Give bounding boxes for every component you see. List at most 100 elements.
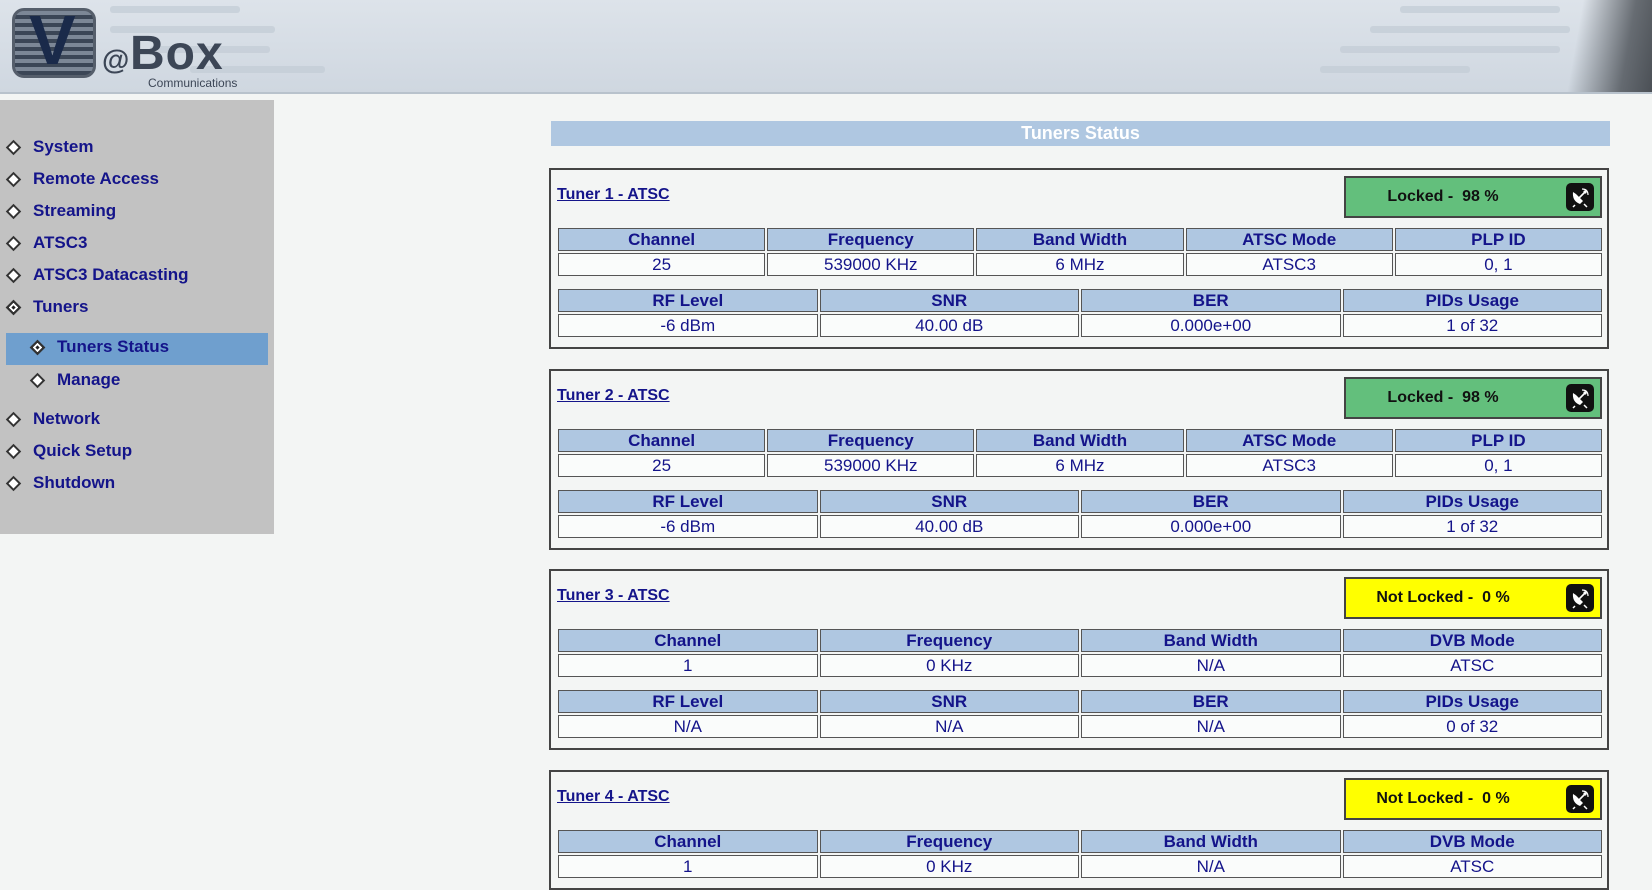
table-cell: 0 KHz <box>819 855 1079 878</box>
table-cell: 0 KHz <box>819 654 1079 677</box>
sidebar: System Remote Access Streaming ATSC3 ATS… <box>0 100 274 534</box>
diamond-icon <box>5 235 22 251</box>
sidebar-item-tuners[interactable]: Tuners <box>0 293 88 321</box>
sidebar-item-network[interactable]: Network <box>0 405 100 433</box>
sidebar-item-label: Manage <box>57 370 121 389</box>
status-text: Locked - 98 % <box>1387 389 1499 406</box>
table-header: PIDs Usage <box>1342 289 1602 312</box>
sidebar-item-atsc3[interactable]: ATSC3 <box>0 229 87 257</box>
diamond-icon <box>5 443 22 459</box>
diamond-icon <box>5 267 22 283</box>
status-badge: Locked - 98 % <box>1344 176 1602 218</box>
table-header: Band Width <box>1081 830 1341 853</box>
tuner-link[interactable]: Tuner 4 - ATSC <box>557 788 670 806</box>
logo-at: @ <box>102 44 130 75</box>
diamond-icon <box>5 411 22 427</box>
table-cell: 1 <box>558 855 818 878</box>
table-header: BER <box>1081 490 1341 513</box>
satellite-dish-icon[interactable] <box>1566 584 1594 612</box>
table-cell: 1 <box>558 654 818 677</box>
table-cell: 6 MHz <box>976 253 1184 276</box>
status-badge: Not Locked - 0 % <box>1344 778 1602 820</box>
sidebar-item-label: Network <box>33 409 101 428</box>
status-text: Not Locked - 0 % <box>1376 589 1510 606</box>
tuner-panel: Tuner 4 - ATSC Not Locked - 0 % Channel … <box>549 770 1609 890</box>
table-header: Channel <box>558 228 766 251</box>
status-text: Not Locked - 0 % <box>1376 790 1510 807</box>
table-cell: -6 dBm <box>558 314 818 337</box>
sidebar-item-system[interactable]: System <box>0 133 93 161</box>
table-header: RF Level <box>558 490 818 513</box>
diamond-icon <box>29 339 46 355</box>
header-decoration <box>1562 0 1652 92</box>
tuner-link[interactable]: Tuner 3 - ATSC <box>557 587 670 605</box>
table-cell: 25 <box>558 454 766 477</box>
logo-v-mark: V <box>12 5 96 78</box>
tuner-panel: Tuner 1 - ATSC Locked - 98 % Channel Fre… <box>549 168 1609 349</box>
header: V @ Box Communications <box>0 0 1652 94</box>
sidebar-item-shutdown[interactable]: Shutdown <box>0 469 115 497</box>
table-cell: 0, 1 <box>1394 253 1602 276</box>
sidebar-item-quick-setup[interactable]: Quick Setup <box>0 437 132 465</box>
tuner-signal-table: RF Level SNR BER PIDs Usage -6 dBm 40.00… <box>556 488 1604 540</box>
satellite-dish-icon[interactable] <box>1566 785 1594 813</box>
logo-subtitle: Communications <box>148 76 238 90</box>
sidebar-item-streaming[interactable]: Streaming <box>0 197 116 225</box>
table-cell: 539000 KHz <box>767 454 975 477</box>
table-cell: N/A <box>1081 855 1341 878</box>
table-header: Channel <box>558 830 818 853</box>
table-header: BER <box>1081 289 1341 312</box>
table-header: ATSC Mode <box>1185 228 1393 251</box>
tuner-params-table: Channel Frequency Band Width DVB Mode 1 … <box>556 627 1604 679</box>
diamond-icon <box>29 372 46 388</box>
diamond-icon <box>5 299 22 315</box>
table-header: BER <box>1081 690 1341 713</box>
sidebar-item-tuners-status[interactable]: Tuners Status <box>0 333 169 361</box>
table-header: Band Width <box>976 429 1184 452</box>
table-header: DVB Mode <box>1342 629 1602 652</box>
table-header: SNR <box>819 490 1079 513</box>
tuner-signal-table: RF Level SNR BER PIDs Usage N/A N/A N/A … <box>556 688 1604 740</box>
table-cell: -6 dBm <box>558 515 818 538</box>
sidebar-item-atsc3-datacasting[interactable]: ATSC3 Datacasting <box>0 261 189 289</box>
table-header: SNR <box>819 690 1079 713</box>
satellite-dish-icon[interactable] <box>1566 384 1594 412</box>
table-cell: 0.000e+00 <box>1081 314 1341 337</box>
status-badge: Not Locked - 0 % <box>1344 577 1602 619</box>
table-cell: 1 of 32 <box>1342 515 1602 538</box>
logo-box: Box <box>130 27 224 80</box>
table-cell: ATSC3 <box>1185 253 1393 276</box>
tuner-panel: Tuner 3 - ATSC Not Locked - 0 % Channel … <box>549 569 1609 750</box>
table-header: Channel <box>558 629 818 652</box>
status-badge: Locked - 98 % <box>1344 377 1602 419</box>
diamond-icon <box>5 203 22 219</box>
status-text: Locked - 98 % <box>1387 188 1499 205</box>
vbox-logo: V @ Box Communications <box>10 5 260 90</box>
table-header: RF Level <box>558 289 818 312</box>
satellite-dish-icon[interactable] <box>1566 183 1594 211</box>
diamond-icon <box>5 475 22 491</box>
sidebar-item-label: Shutdown <box>33 473 116 492</box>
sidebar-item-label: Remote Access <box>33 169 159 188</box>
table-header: SNR <box>819 289 1079 312</box>
table-cell: 539000 KHz <box>767 253 975 276</box>
sidebar-item-label: ATSC3 <box>33 233 88 252</box>
tuner-link[interactable]: Tuner 2 - ATSC <box>557 387 670 405</box>
sidebar-item-manage[interactable]: Manage <box>0 366 120 394</box>
table-header: Frequency <box>767 228 975 251</box>
table-header: Band Width <box>1081 629 1341 652</box>
sidebar-item-remote-access[interactable]: Remote Access <box>0 165 159 193</box>
table-cell: 1 of 32 <box>1342 314 1602 337</box>
table-cell: ATSC3 <box>1185 454 1393 477</box>
table-cell: 40.00 dB <box>819 515 1079 538</box>
table-cell: N/A <box>1081 715 1341 738</box>
tuner-link[interactable]: Tuner 1 - ATSC <box>557 186 670 204</box>
table-header: ATSC Mode <box>1185 429 1393 452</box>
table-cell: 40.00 dB <box>819 314 1079 337</box>
tuner-params-table: Channel Frequency Band Width ATSC Mode P… <box>556 226 1604 278</box>
table-header: DVB Mode <box>1342 830 1602 853</box>
table-header: PLP ID <box>1394 429 1602 452</box>
tuner-params-table: Channel Frequency Band Width ATSC Mode P… <box>556 427 1604 479</box>
table-cell: N/A <box>558 715 818 738</box>
tuner-signal-table: RF Level SNR BER PIDs Usage -6 dBm 40.00… <box>556 287 1604 339</box>
